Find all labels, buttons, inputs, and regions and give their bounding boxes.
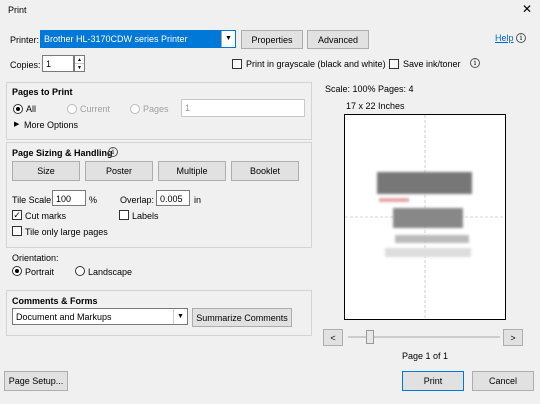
preview-content-block [377, 172, 472, 194]
comments-forms-title: Comments & Forms [12, 296, 98, 306]
current-page-label: Current [80, 104, 111, 114]
expand-triangle-icon[interactable]: ▶ [14, 120, 19, 128]
landscape-label: Landscape [88, 267, 133, 277]
page-scrollbar-thumb[interactable] [366, 330, 374, 344]
close-icon[interactable]: ✕ [522, 2, 532, 16]
current-page-radio[interactable] [67, 104, 77, 114]
preview-content-block [395, 235, 469, 243]
labels-label: Labels [132, 211, 159, 221]
chevron-down-icon[interactable]: ▼ [221, 31, 235, 47]
preview-page [344, 114, 506, 320]
cut-marks-label: Cut marks [25, 211, 67, 221]
all-pages-label: All [26, 104, 37, 114]
pages-range-input[interactable]: 1 [181, 99, 305, 117]
stepper-up-icon[interactable]: ▲ [75, 56, 84, 63]
preview-content-block [379, 198, 409, 202]
save-ink-label: Save ink/toner [403, 59, 461, 69]
copies-stepper[interactable]: ▲ ▼ [74, 55, 85, 72]
copies-label: Copies: [10, 60, 41, 70]
title-bar [0, 0, 540, 22]
orientation-title: Orientation: [12, 253, 59, 263]
comments-forms-value: Document and Markups [16, 312, 112, 322]
tile-scale-unit: % [89, 195, 98, 205]
window-title: Print [8, 5, 27, 15]
tile-large-label: Tile only large pages [25, 227, 108, 237]
preview-scale-text: Scale: 100% Pages: 4 [325, 84, 414, 94]
grayscale-checkbox[interactable] [232, 59, 242, 69]
save-ink-checkbox[interactable] [389, 59, 399, 69]
comments-forms-select[interactable]: Document and Markups ▼ [12, 308, 188, 325]
chevron-down-icon[interactable]: ▼ [173, 309, 187, 324]
printer-select[interactable]: Brother HL-3170CDW series Printer ▼ [40, 30, 236, 48]
page-sizing-info-icon[interactable]: i [108, 147, 118, 157]
next-page-button[interactable]: > [503, 329, 523, 346]
more-options-link[interactable]: More Options [24, 120, 78, 130]
booklet-button[interactable]: Booklet [231, 161, 299, 181]
cancel-button[interactable]: Cancel [472, 371, 534, 391]
summarize-comments-button[interactable]: Summarize Comments [192, 308, 292, 327]
page-indicator: Page 1 of 1 [402, 351, 449, 361]
all-pages-radio[interactable] [13, 104, 23, 114]
overlap-input[interactable]: 0.005 [156, 190, 190, 206]
pages-to-print-title: Pages to Print [12, 87, 73, 97]
tile-scale-input[interactable]: 100 [52, 190, 86, 206]
labels-checkbox[interactable] [119, 210, 129, 220]
pages-range-radio[interactable] [130, 104, 140, 114]
grayscale-label: Print in grayscale (black and white) [246, 59, 386, 69]
printer-select-value: Brother HL-3170CDW series Printer [44, 34, 188, 44]
landscape-radio[interactable] [75, 266, 85, 276]
tile-scale-label: Tile Scale: [12, 195, 54, 205]
size-button[interactable]: Size [12, 161, 80, 181]
portrait-radio[interactable] [12, 266, 22, 276]
save-ink-info-icon[interactable]: i [470, 58, 480, 68]
preview-content-block [385, 248, 471, 257]
previous-page-button[interactable]: < [323, 329, 343, 346]
copies-input[interactable]: 1 [42, 55, 74, 72]
preview-page-size: 17 x 22 Inches [346, 101, 405, 111]
help-link[interactable]: Help [495, 33, 514, 43]
portrait-label: Portrait [25, 267, 55, 277]
poster-button[interactable]: Poster [85, 161, 153, 181]
help-info-icon[interactable]: i [516, 33, 526, 43]
print-button[interactable]: Print [402, 371, 464, 391]
printer-label: Printer: [10, 35, 40, 45]
overlap-label: Overlap: [120, 195, 155, 205]
cut-marks-checkbox[interactable]: ✓ [12, 210, 22, 220]
overlap-unit: in [194, 195, 202, 205]
page-setup-button[interactable]: Page Setup... [4, 371, 68, 391]
tile-large-checkbox[interactable] [12, 226, 22, 236]
properties-button[interactable]: Properties [241, 30, 303, 49]
multiple-button[interactable]: Multiple [158, 161, 226, 181]
stepper-down-icon[interactable]: ▼ [75, 63, 84, 71]
advanced-button[interactable]: Advanced [307, 30, 369, 49]
page-sizing-title: Page Sizing & Handling [12, 148, 113, 158]
pages-range-label: Pages [143, 104, 169, 114]
preview-content-block [393, 208, 463, 228]
